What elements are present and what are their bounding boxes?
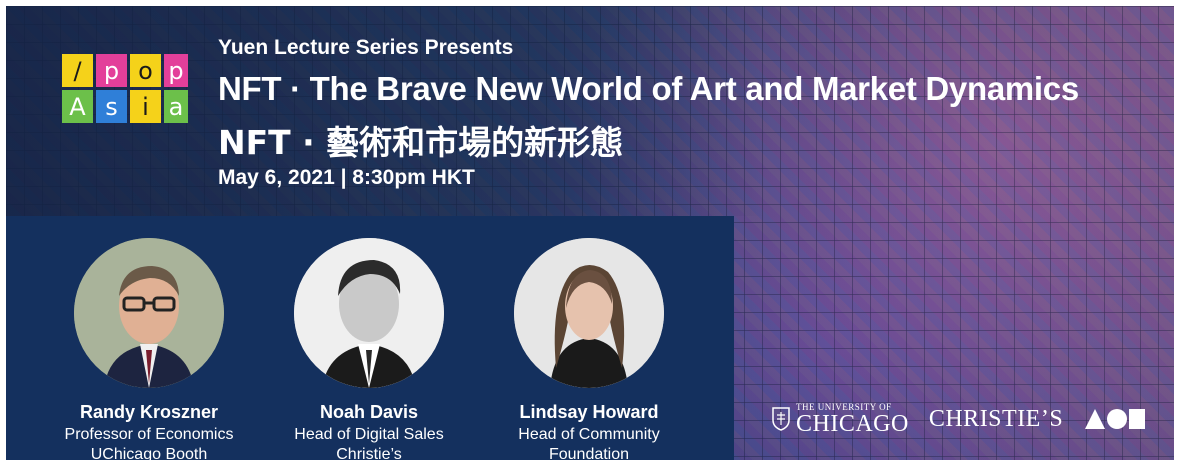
speaker-title: Head of Community	[518, 426, 660, 443]
christies-logo: CHRISTIE’S	[928, 405, 1064, 432]
speakers-panel: Randy Kroszner Professor of Economics UC…	[6, 216, 734, 460]
avatar	[514, 238, 664, 388]
logo-cell: A	[62, 90, 93, 123]
logo-cell: a	[164, 90, 188, 123]
speaker-card: Noah Davis Head of Digital Sales Christi…	[254, 238, 484, 460]
logo-cell: /	[62, 54, 93, 87]
university-shield-icon	[772, 407, 790, 431]
person-portrait-icon	[294, 238, 444, 388]
logo-cell: p	[96, 54, 127, 87]
speaker-name: Lindsay Howard	[519, 402, 659, 422]
person-portrait-icon	[74, 238, 224, 388]
person-portrait-icon	[514, 238, 664, 388]
speaker-organization: Foundation	[548, 446, 630, 460]
event-date: May 6, 2021 | 8:30pm HKT	[218, 166, 475, 189]
speaker-card: Lindsay Howard Head of Community Foundat…	[474, 238, 704, 460]
page-title-chinese: NFT · 藝術和市場的新形態	[218, 123, 624, 162]
logo-cell: i	[130, 90, 161, 123]
speaker-organization: Christie’s	[336, 446, 402, 460]
logo-cell: p	[164, 54, 188, 87]
aoi-logo-icon	[1085, 409, 1146, 429]
logo-cell: s	[96, 90, 127, 123]
speaker-name: Randy Kroszner	[79, 402, 219, 422]
page-title: NFT · The Brave New World of Art and Mar…	[218, 70, 1079, 107]
event-banner: / p o p / A s i a Yuen Lecture Series Pr…	[6, 6, 1174, 460]
speaker-name: Noah Davis	[319, 402, 419, 422]
speaker-card: Randy Kroszner Professor of Economics UC…	[34, 238, 264, 460]
uchicago-logo: THE UNIVERSITY OF CHICAGO	[772, 402, 909, 437]
speaker-title: Professor of Economics	[64, 426, 234, 443]
logo-cell: o	[130, 54, 161, 87]
avatar	[294, 238, 444, 388]
speaker-title: Head of Digital Sales	[294, 426, 444, 443]
avatar	[74, 238, 224, 388]
partner-logos: THE UNIVERSITY OF CHICAGO CHRISTIE’S	[772, 398, 1147, 440]
uchicago-name: CHICAGO	[796, 410, 909, 437]
speaker-organization: UChicago Booth	[90, 446, 208, 460]
pop-asia-logo: / p o p / A s i a	[62, 54, 194, 128]
series-label: Yuen Lecture Series Presents	[218, 36, 514, 59]
